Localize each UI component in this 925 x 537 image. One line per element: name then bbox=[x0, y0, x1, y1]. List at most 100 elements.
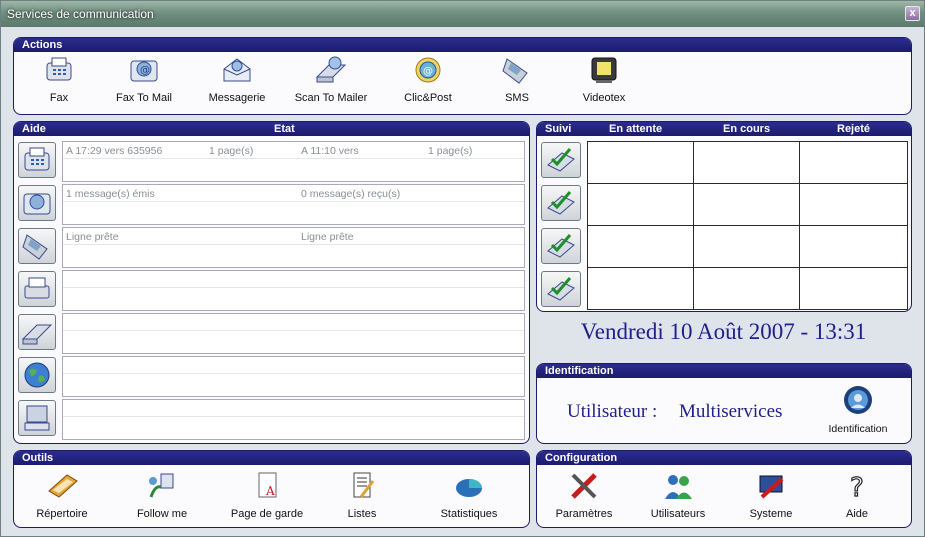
suivi-row-button[interactable] bbox=[541, 185, 581, 221]
messagerie-button[interactable]: Messagerie bbox=[204, 55, 270, 104]
systeme-label: Systeme bbox=[749, 508, 793, 520]
videotex-label: Videotex bbox=[582, 92, 626, 104]
fax-icon bbox=[46, 57, 72, 81]
parametres-button[interactable]: Paramètres bbox=[549, 471, 619, 520]
aide-header: Aide bbox=[22, 123, 46, 135]
status-scanner-button[interactable] bbox=[18, 314, 56, 350]
suivi-header: Suivi bbox=[545, 123, 572, 135]
identification-panel: Identification Utilisateur : Multiservic… bbox=[536, 363, 912, 444]
status-terminal-button[interactable] bbox=[18, 400, 56, 436]
outils-panel: Outils Répertoire Follow me A Page de ga… bbox=[13, 450, 530, 528]
suivi-cell bbox=[799, 183, 908, 226]
status-fax-button[interactable] bbox=[18, 142, 56, 178]
status-row: 1 message(s) émis 0 message(s) reçu(s) bbox=[62, 184, 525, 225]
en-attente-header: En attente bbox=[609, 123, 663, 135]
scan-to-mailer-icon bbox=[315, 56, 347, 83]
close-button[interactable]: x bbox=[905, 6, 920, 21]
suivi-cell bbox=[587, 141, 694, 184]
status-text: A 11:10 vers bbox=[301, 145, 359, 157]
suivi-row-button[interactable] bbox=[541, 142, 581, 178]
printer-icon bbox=[24, 277, 50, 299]
terminal-icon bbox=[24, 405, 50, 431]
suivi-row-button[interactable] bbox=[541, 228, 581, 264]
status-row bbox=[62, 356, 525, 397]
suivi-cell bbox=[693, 141, 800, 184]
status-text: A 17:29 vers 635956 bbox=[66, 145, 163, 157]
en-cours-header: En cours bbox=[723, 123, 771, 135]
help-icon: ? bbox=[849, 472, 864, 501]
status-text: 1 message(s) émis bbox=[66, 188, 155, 200]
fax-to-mail-icon: @ bbox=[130, 60, 158, 82]
status-row: A 17:29 vers 635956 1 page(s) A 11:10 vers… bbox=[62, 141, 525, 182]
user-label: Utilisateur : bbox=[567, 401, 658, 422]
repertoire-label: Répertoire bbox=[36, 508, 88, 520]
scan-to-mailer-button[interactable]: Scan To Mailer bbox=[286, 55, 376, 104]
svg-text:?: ? bbox=[850, 473, 864, 501]
listes-icon bbox=[353, 472, 375, 498]
rejete-header: Rejeté bbox=[837, 123, 871, 135]
fax-label: Fax bbox=[49, 92, 69, 104]
main-window: Services de communication x Actions Fax … bbox=[0, 0, 925, 537]
check-document-icon bbox=[547, 277, 575, 301]
statistiques-label: Statistiques bbox=[440, 508, 498, 520]
sms-icon bbox=[22, 234, 48, 260]
page-de-garde-button[interactable]: A Page de garde bbox=[224, 471, 310, 520]
suivi-row-button[interactable] bbox=[541, 271, 581, 307]
title-bar: Services de communication x bbox=[1, 1, 924, 27]
status-row bbox=[62, 270, 525, 311]
systeme-button[interactable]: Systeme bbox=[741, 471, 801, 520]
page-de-garde-icon: A bbox=[258, 472, 277, 498]
messagerie-icon bbox=[223, 58, 251, 82]
suivi-cell bbox=[587, 225, 694, 268]
suivi-panel: Suivi En attente En cours Rejeté bbox=[536, 121, 912, 312]
clic-post-button[interactable]: @ Clic&Post bbox=[395, 55, 461, 104]
scan-to-mailer-label: Scan To Mailer bbox=[294, 92, 368, 104]
fax-to-mail-button[interactable]: @ Fax To Mail bbox=[108, 55, 180, 104]
users-icon bbox=[665, 475, 692, 499]
check-document-icon bbox=[547, 234, 575, 258]
status-globe-button[interactable] bbox=[18, 357, 56, 393]
status-row bbox=[62, 399, 525, 440]
status-printer-button[interactable] bbox=[18, 271, 56, 307]
utilisateurs-button[interactable]: Utilisateurs bbox=[643, 471, 713, 520]
scanner-icon bbox=[21, 324, 53, 345]
suivi-cell bbox=[587, 267, 694, 310]
identification-label: Identification bbox=[828, 423, 888, 435]
status-sms-button[interactable] bbox=[18, 228, 56, 264]
clic-post-label: Clic&Post bbox=[404, 92, 452, 104]
suivi-cell bbox=[799, 141, 908, 184]
date-time-display: Vendredi 10 Août 2007 - 13:31 bbox=[580, 319, 867, 344]
sms-button[interactable]: SMS bbox=[494, 55, 540, 104]
fax-to-mail-label: Fax To Mail bbox=[115, 92, 173, 104]
identification-icon bbox=[844, 386, 872, 414]
statistiques-button[interactable]: Statistiques bbox=[432, 471, 506, 520]
identification-button[interactable]: Identification bbox=[819, 384, 897, 435]
videotex-button[interactable]: Videotex bbox=[576, 55, 632, 104]
suivi-cell bbox=[693, 225, 800, 268]
page-de-garde-label: Page de garde bbox=[230, 508, 304, 520]
fax-icon bbox=[24, 147, 50, 171]
listes-button[interactable]: Listes bbox=[337, 471, 387, 520]
svg-text:A: A bbox=[265, 484, 275, 498]
outils-header: Outils bbox=[14, 451, 529, 465]
follow-me-icon bbox=[149, 473, 174, 498]
etat-panel: Aide Etat A 17:29 vers 635956 1 page(s) A … bbox=[13, 121, 530, 444]
status-fax-to-mail-button[interactable] bbox=[18, 185, 56, 221]
clic-post-icon: @ bbox=[415, 57, 441, 83]
fax-to-mail-icon bbox=[23, 193, 51, 215]
aide-label: Aide bbox=[845, 508, 869, 520]
svg-text:@: @ bbox=[423, 66, 433, 77]
user-value: Multiservices bbox=[679, 401, 783, 422]
notebook-icon bbox=[48, 474, 78, 498]
aide-button[interactable]: ? Aide bbox=[832, 471, 882, 520]
messagerie-label: Messagerie bbox=[208, 92, 266, 104]
globe-icon bbox=[24, 362, 50, 388]
follow-me-label: Follow me bbox=[136, 508, 188, 520]
window-title: Services de communication bbox=[7, 7, 154, 21]
status-text: Ligne prête bbox=[301, 231, 354, 243]
pie-chart-icon bbox=[456, 479, 482, 497]
utilisateurs-label: Utilisateurs bbox=[650, 508, 706, 520]
fax-button[interactable]: Fax bbox=[36, 55, 82, 104]
follow-me-button[interactable]: Follow me bbox=[130, 471, 194, 520]
repertoire-button[interactable]: Répertoire bbox=[26, 471, 98, 520]
